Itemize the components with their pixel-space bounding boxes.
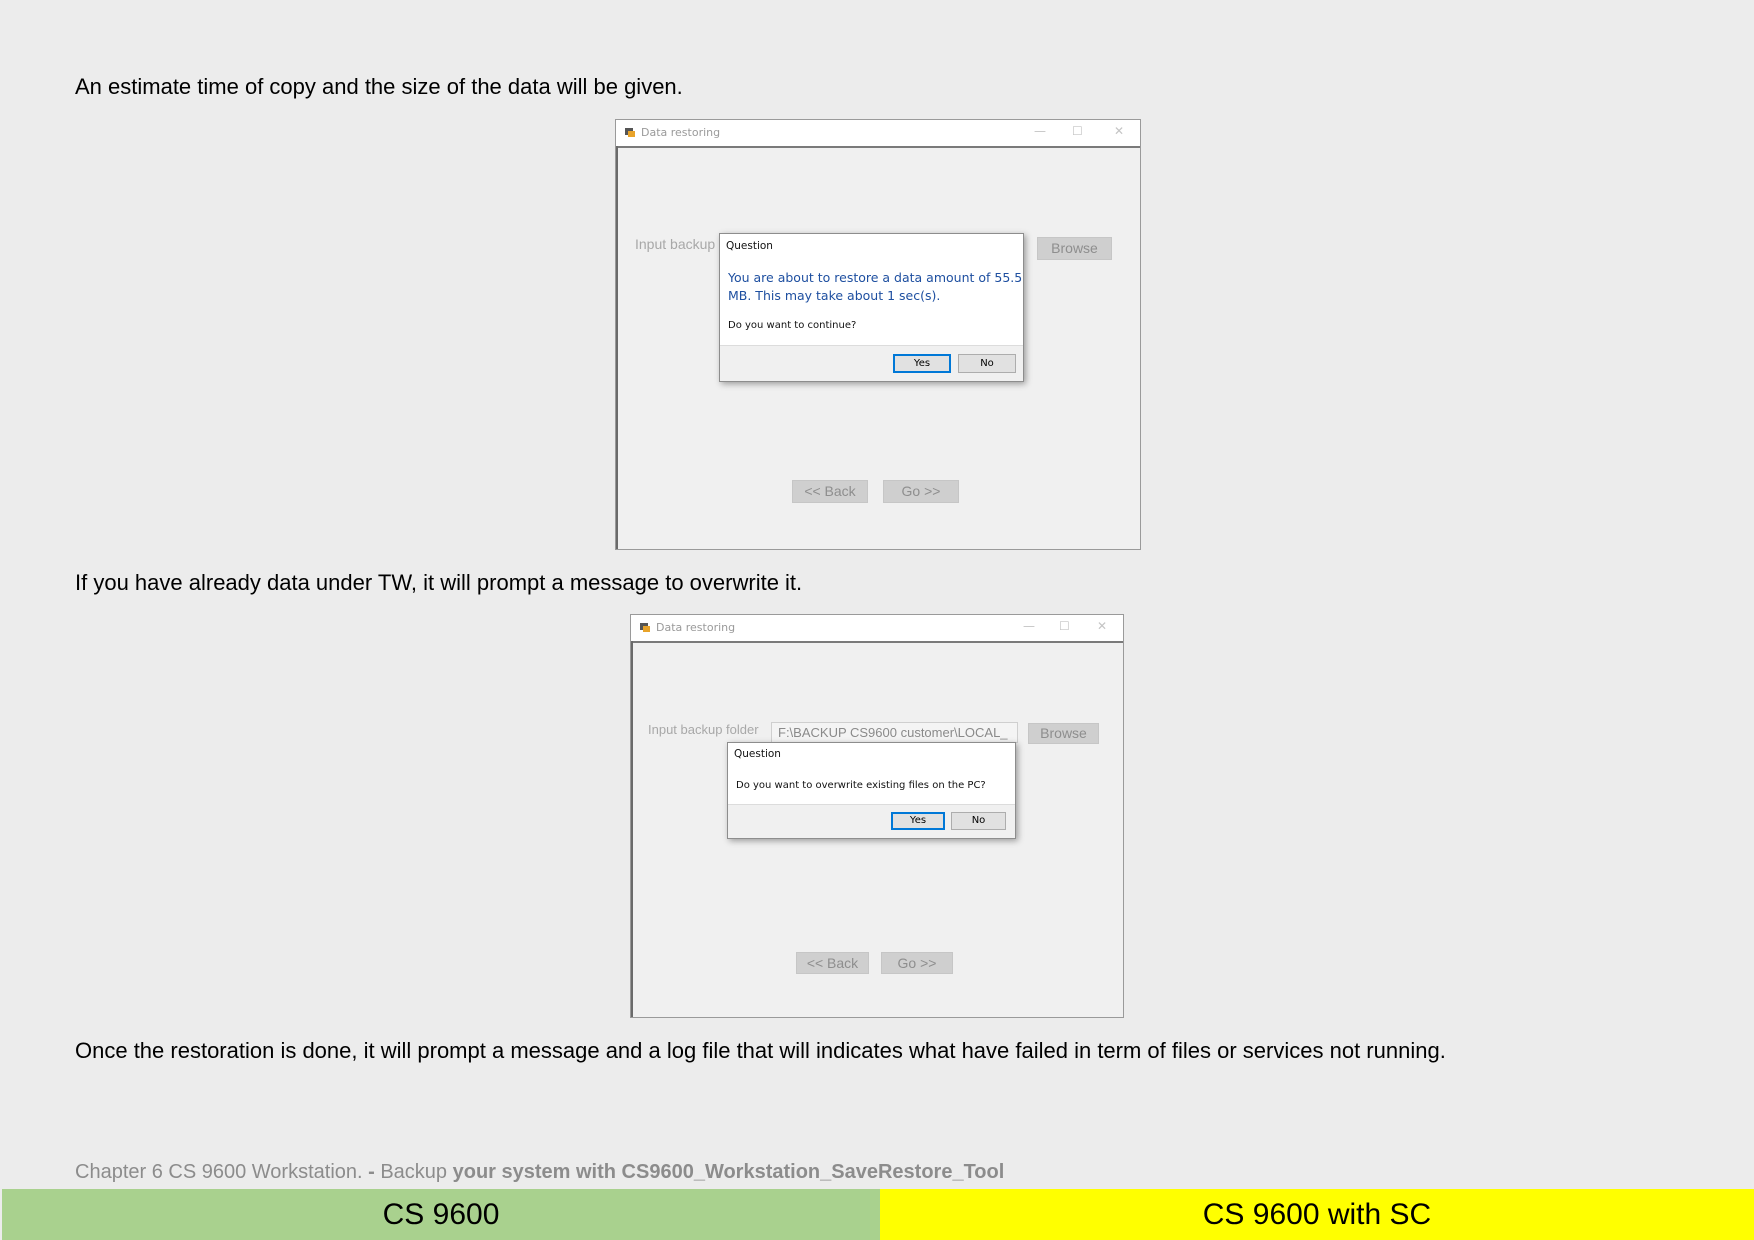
window-left-edge [631,641,633,1017]
footer-backup: Backup [380,1161,453,1183]
dialog-message: You are about to restore a data amount o… [728,269,1022,305]
close-icon: ✕ [1097,619,1108,633]
backup-folder-field[interactable]: F:\BACKUP CS9600 customer\LOCAL_ [771,722,1018,743]
paragraph-restoration-done: Once the restoration is done, it will pr… [75,1038,1446,1063]
minimize-icon: — [1034,124,1046,138]
window-title: Data restoring [641,126,721,139]
paragraph-overwrite: If you have already data under TW, it wi… [75,570,803,595]
dialog-question: Do you want to continue? [728,320,857,331]
no-button[interactable]: No [951,812,1006,830]
window-left-edge [616,146,618,549]
back-button[interactable]: << Back [792,480,868,503]
dialog-message-line1: You are about to restore a data amount o… [728,270,1023,285]
footer-chapter: Chapter 6 CS 9600 Workstation. [75,1161,363,1183]
yes-button[interactable]: Yes [893,354,951,373]
dialog-title: Question [734,748,781,760]
footer-tool: your system with CS9600_Workstation_Save… [452,1161,1005,1183]
question-dialog: Question You are about to restore a data… [719,233,1024,382]
window-title: Data restoring [656,621,736,634]
dialog-message-line2: MB. This may take about 1 sec(s). [728,288,941,303]
maximize-icon: ☐ [1059,619,1070,633]
screenshot-data-restoring-overwrite: Data restoring — ☐ ✕ Input backup folder… [630,614,1124,1018]
yes-button[interactable]: Yes [891,812,945,830]
paragraph-estimate: An estimate time of copy and the size of… [75,74,683,99]
footer-dash: - [362,1161,381,1183]
chapter-footer: Chapter 6 CS 9600 Workstation. - Backup … [75,1161,1004,1184]
maximize-icon: ☐ [1072,124,1083,138]
dialog-title: Question [726,240,773,252]
window-titlebar: Data restoring — ☐ ✕ [616,120,1140,148]
back-button[interactable]: << Back [796,952,869,974]
dialog-question: Do you want to overwrite existing files … [736,780,986,791]
minimize-icon: — [1023,619,1035,633]
close-icon: ✕ [1114,124,1125,138]
app-icon [640,623,650,632]
input-folder-label: Input backup folder [648,722,759,737]
dialog-button-bar: Yes No [720,345,1023,381]
window-titlebar: Data restoring — ☐ ✕ [631,615,1123,643]
browse-button[interactable]: Browse [1028,723,1099,744]
band-cs9600: CS 9600 [2,1189,880,1240]
screenshot-data-restoring-estimate: Data restoring — ☐ ✕ Input backup Browse… [615,119,1141,550]
browse-button[interactable]: Browse [1037,237,1112,260]
go-button[interactable]: Go >> [883,480,959,503]
no-button[interactable]: No [958,354,1016,373]
question-dialog: Question Do you want to overwrite existi… [727,742,1016,839]
band-cs9600-sc: CS 9600 with SC [880,1189,1754,1240]
go-button[interactable]: Go >> [881,952,953,974]
dialog-button-bar: Yes No [728,804,1015,838]
app-icon [625,128,635,137]
input-folder-label: Input backup [635,236,716,252]
